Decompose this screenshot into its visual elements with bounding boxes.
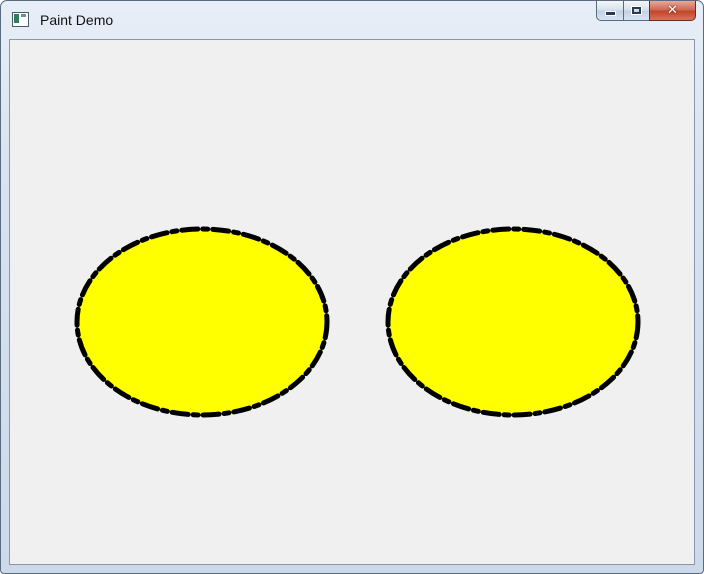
title-bar[interactable]: Paint Demo ✕ bbox=[1, 1, 703, 39]
maximize-button[interactable] bbox=[623, 1, 649, 21]
app-window: Paint Demo ✕ bbox=[0, 0, 704, 574]
window-app-icon[interactable] bbox=[12, 12, 29, 27]
maximize-icon bbox=[632, 7, 641, 14]
minimize-button[interactable] bbox=[596, 1, 623, 21]
window-title: Paint Demo bbox=[40, 12, 114, 28]
close-button[interactable]: ✕ bbox=[649, 1, 696, 21]
paint-canvas bbox=[74, 226, 641, 418]
caption-buttons: ✕ bbox=[596, 1, 696, 21]
close-icon: ✕ bbox=[667, 3, 678, 18]
paint-canvas-area[interactable] bbox=[9, 39, 695, 565]
minimize-icon bbox=[604, 11, 616, 16]
yellow-ellipse-left bbox=[74, 226, 330, 418]
yellow-ellipse-right bbox=[385, 226, 641, 418]
